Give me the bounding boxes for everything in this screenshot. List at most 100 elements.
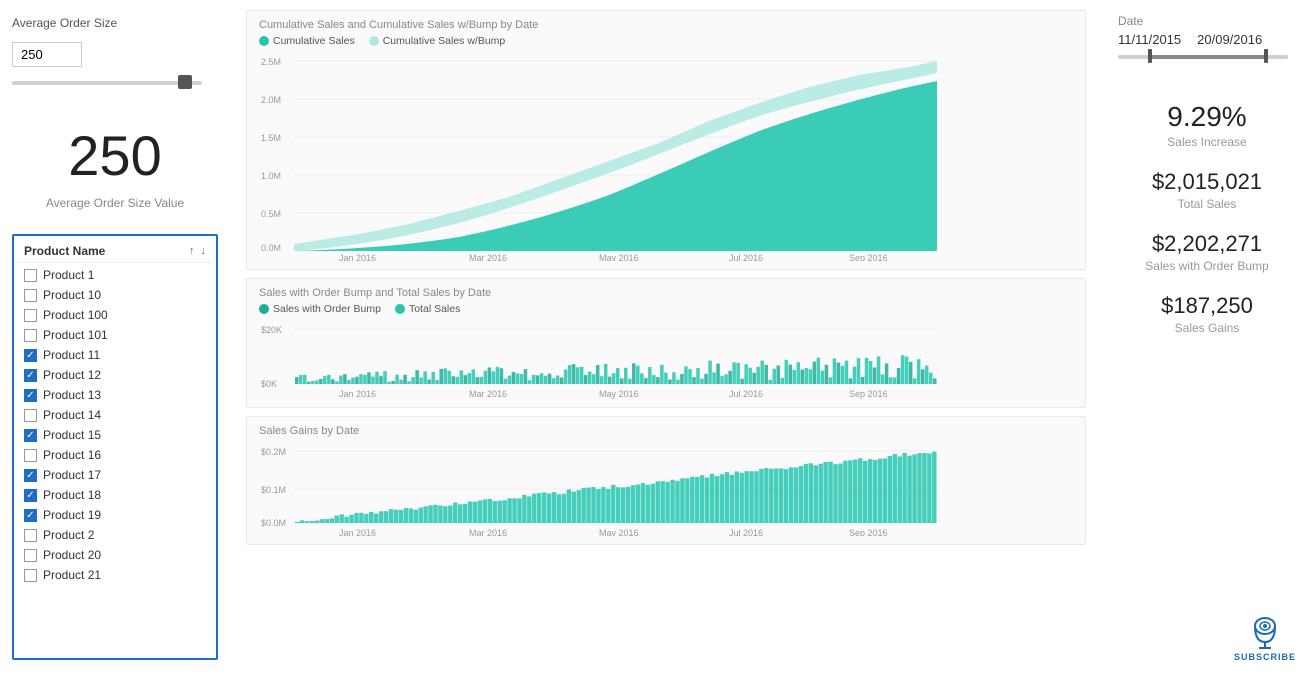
date-range: 11/11/2015 20/09/2016 bbox=[1118, 32, 1296, 47]
legend-total-sales: Total Sales bbox=[395, 303, 460, 315]
slicer-item[interactable]: ✓Product 15 bbox=[18, 425, 212, 445]
svg-text:$0K: $0K bbox=[261, 379, 277, 389]
sort-desc-icon[interactable]: ↓ bbox=[201, 245, 207, 257]
slicer-item[interactable]: Product 100 bbox=[18, 305, 212, 325]
slicer-item[interactable]: ✓Product 12 bbox=[18, 365, 212, 385]
legend-dot-order-bump bbox=[259, 304, 269, 314]
slicer-item[interactable]: ✓Product 17 bbox=[18, 465, 212, 485]
stat-total-sales: $2,015,021 Total Sales bbox=[1118, 169, 1296, 211]
svg-text:1.5M: 1.5M bbox=[261, 133, 281, 143]
slicer-item[interactable]: Product 20 bbox=[18, 545, 212, 565]
legend-dot-bump bbox=[369, 36, 379, 46]
slicer-checkbox[interactable]: ✓ bbox=[24, 509, 37, 522]
svg-text:Jan 2016: Jan 2016 bbox=[339, 253, 376, 261]
avg-order-slider-thumb[interactable] bbox=[178, 75, 192, 89]
sort-asc-icon[interactable]: ↑ bbox=[189, 245, 195, 257]
product-slicer: Product Name ↑ ↓ Product 1Product 10Prod… bbox=[12, 234, 218, 660]
slicer-item-label: Product 20 bbox=[43, 548, 101, 562]
slicer-checkbox[interactable]: ✓ bbox=[24, 429, 37, 442]
slicer-item-label: Product 2 bbox=[43, 528, 94, 542]
slicer-checkbox[interactable]: ✓ bbox=[24, 469, 37, 482]
slicer-checkbox[interactable] bbox=[24, 449, 37, 462]
slicer-checkbox[interactable]: ✓ bbox=[24, 489, 37, 502]
svg-text:Jul 2016: Jul 2016 bbox=[729, 389, 763, 399]
slicer-checkbox[interactable] bbox=[24, 269, 37, 282]
sales-gains-label: Sales Gains bbox=[1118, 321, 1296, 335]
slicer-checkbox[interactable] bbox=[24, 409, 37, 422]
date-thumb-left[interactable] bbox=[1148, 49, 1152, 63]
total-sales-value: $2,015,021 bbox=[1118, 169, 1296, 195]
slicer-item[interactable]: Product 2 bbox=[18, 525, 212, 545]
svg-text:0.0M: 0.0M bbox=[261, 243, 281, 253]
slicer-checkbox[interactable] bbox=[24, 289, 37, 302]
chart2-svg: $20K $0K // generate bars inline via JS … bbox=[259, 319, 939, 399]
svg-text:Jul 2016: Jul 2016 bbox=[729, 253, 763, 261]
slicer-sort-icons[interactable]: ↑ ↓ bbox=[189, 245, 206, 257]
slicer-item[interactable]: Product 1 bbox=[18, 265, 212, 285]
chart2-legend: Sales with Order Bump Total Sales bbox=[259, 303, 1073, 315]
slicer-checkbox[interactable]: ✓ bbox=[24, 349, 37, 362]
chart-cumulative-sales: Cumulative Sales and Cumulative Sales w/… bbox=[246, 10, 1086, 270]
svg-text:Sep 2016: Sep 2016 bbox=[849, 389, 888, 399]
date-to: 20/09/2016 bbox=[1197, 32, 1262, 47]
slicer-checkbox[interactable] bbox=[24, 569, 37, 582]
middle-panel: Cumulative Sales and Cumulative Sales w/… bbox=[230, 0, 1102, 676]
slicer-checkbox[interactable] bbox=[24, 529, 37, 542]
slicer-item-label: Product 100 bbox=[43, 308, 108, 322]
slicer-item[interactable]: ✓Product 18 bbox=[18, 485, 212, 505]
subscribe-area: SUBSCRIBE bbox=[1118, 614, 1296, 662]
slicer-item-label: Product 19 bbox=[43, 508, 101, 522]
chart-sales-gains: Sales Gains by Date $0.2M $0.1M $0.0M Ja… bbox=[246, 416, 1086, 545]
sales-increase-value: 9.29% bbox=[1118, 101, 1296, 133]
date-slider-track[interactable] bbox=[1118, 55, 1288, 59]
slicer-item-label: Product 1 bbox=[43, 268, 94, 282]
slicer-item[interactable]: ✓ Product 11 bbox=[18, 345, 212, 365]
slicer-item-label: Product 16 bbox=[43, 448, 101, 462]
svg-text:$0.0M: $0.0M bbox=[261, 518, 286, 528]
slicer-item[interactable]: Product 16 bbox=[18, 445, 212, 465]
slicer-item[interactable]: Product 21 bbox=[18, 565, 212, 585]
slicer-item[interactable]: Product 101 bbox=[18, 325, 212, 345]
subscribe-text[interactable]: SUBSCRIBE bbox=[1234, 652, 1296, 662]
stat-order-bump: $2,202,271 Sales with Order Bump bbox=[1118, 231, 1296, 273]
avg-order-big-number: 250 bbox=[12, 123, 218, 188]
svg-text:Sep 2016: Sep 2016 bbox=[849, 253, 888, 261]
date-slider-range bbox=[1148, 55, 1268, 59]
slicer-item[interactable]: Product 10 bbox=[18, 285, 212, 305]
avg-order-slider-track[interactable] bbox=[12, 81, 202, 85]
slicer-checkbox[interactable]: ✓ bbox=[24, 369, 37, 382]
svg-text:2.5M: 2.5M bbox=[261, 57, 281, 67]
slicer-checkbox[interactable]: ✓ bbox=[24, 389, 37, 402]
legend-dot-cumulative bbox=[259, 36, 269, 46]
slicer-checkbox[interactable] bbox=[24, 329, 37, 342]
slicer-header: Product Name ↑ ↓ bbox=[18, 242, 212, 263]
slicer-item[interactable]: ✓ Product 19 bbox=[18, 505, 212, 525]
slicer-item[interactable]: ✓Product 13 bbox=[18, 385, 212, 405]
legend-cumulative-sales: Cumulative Sales bbox=[259, 35, 355, 47]
chart1-legend: Cumulative Sales Cumulative Sales w/Bump bbox=[259, 35, 1073, 47]
slicer-checkbox[interactable] bbox=[24, 549, 37, 562]
slicer-item[interactable]: Product 14 bbox=[18, 405, 212, 425]
slicer-checkbox[interactable] bbox=[24, 309, 37, 322]
svg-text:Jan 2016: Jan 2016 bbox=[339, 389, 376, 399]
avg-order-input[interactable] bbox=[12, 42, 82, 67]
date-thumb-right[interactable] bbox=[1264, 49, 1268, 63]
chart3-svg: $0.2M $0.1M $0.0M Jan 2016 Mar 2016 May … bbox=[259, 441, 939, 536]
subscribe-svg-icon bbox=[1247, 614, 1283, 650]
legend-label-cumulative: Cumulative Sales bbox=[273, 35, 355, 47]
svg-text:Sep 2016: Sep 2016 bbox=[849, 528, 888, 536]
chart1-container: 2.5M 2.0M 1.5M 1.0M 0.5M 0.0M Jan 2016 bbox=[259, 51, 1073, 261]
subscribe-badge[interactable]: SUBSCRIBE bbox=[1234, 614, 1296, 662]
svg-text:Mar 2016: Mar 2016 bbox=[469, 253, 507, 261]
legend-label-order-bump: Sales with Order Bump bbox=[273, 303, 381, 315]
svg-text:$20K: $20K bbox=[261, 325, 282, 335]
slicer-list: Product 1 Product 10 Product 100 Product 10… bbox=[18, 265, 212, 652]
sales-gains-value: $187,250 bbox=[1118, 293, 1296, 319]
slicer-item-label: Product 11 bbox=[43, 348, 100, 362]
order-bump-value: $2,202,271 bbox=[1118, 231, 1296, 257]
svg-text:Mar 2016: Mar 2016 bbox=[469, 389, 507, 399]
legend-cumulative-bump: Cumulative Sales w/Bump bbox=[369, 35, 506, 47]
svg-text:Jul 2016: Jul 2016 bbox=[729, 528, 763, 536]
subscribe-icon bbox=[1247, 614, 1283, 650]
chart3-title: Sales Gains by Date bbox=[259, 425, 1073, 437]
